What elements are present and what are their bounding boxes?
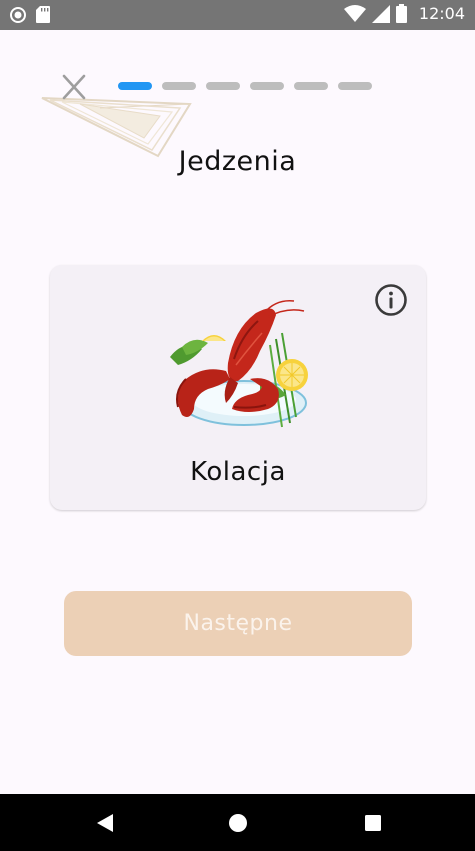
info-button[interactable] — [374, 283, 408, 317]
record-icon — [10, 6, 26, 23]
progress-segment-3 — [206, 82, 240, 90]
recents-square-icon — [365, 815, 381, 831]
status-left-icons — [10, 6, 50, 23]
progress-segment-1 — [118, 82, 152, 90]
option-label: Kolacja — [190, 457, 286, 487]
nav-home-button[interactable] — [225, 810, 251, 836]
status-right-icons: 12:04 — [343, 4, 465, 23]
system-navigation-bar — [0, 794, 475, 851]
lobster-dinner-image — [170, 300, 308, 428]
status-time: 12:04 — [418, 4, 465, 23]
close-icon — [62, 74, 86, 100]
close-button[interactable] — [56, 70, 92, 106]
progress-segment-5 — [294, 82, 328, 90]
wifi-icon — [343, 4, 366, 22]
nav-back-button[interactable] — [92, 810, 118, 836]
signal-icon — [371, 4, 390, 23]
nav-recents-button[interactable] — [360, 810, 386, 836]
info-icon — [375, 284, 407, 316]
back-triangle-icon — [97, 814, 113, 832]
next-button[interactable]: Następne — [64, 591, 412, 656]
status-bar: 12:04 — [0, 0, 475, 30]
home-circle-icon — [229, 814, 247, 832]
progress-segment-6 — [338, 82, 372, 90]
progress-segment-2 — [162, 82, 196, 90]
page-title: Jedzenia — [178, 146, 297, 177]
progress-segment-4 — [250, 82, 284, 90]
step-progress-indicator — [118, 82, 372, 90]
option-card[interactable]: Kolacja — [50, 265, 426, 510]
battery-icon — [395, 4, 407, 23]
sd-card-icon — [36, 6, 50, 23]
